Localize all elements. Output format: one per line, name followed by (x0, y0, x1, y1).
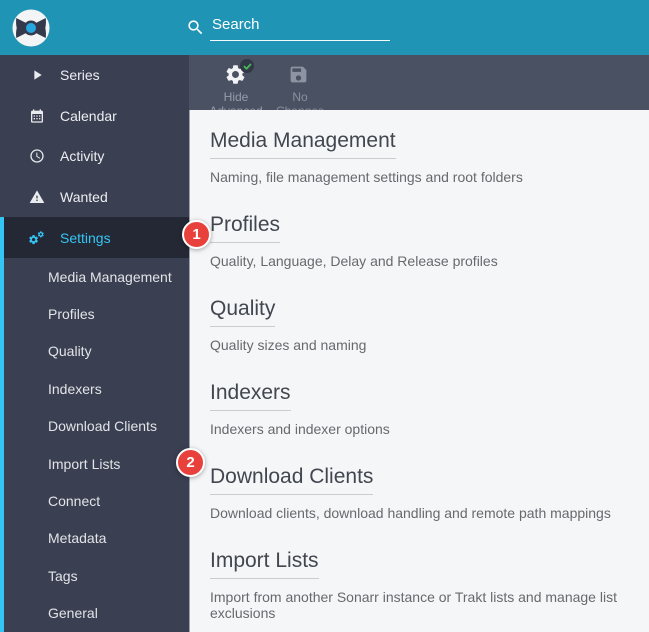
search-container (186, 14, 390, 41)
main-panel: Hide Advanced No Changes Media Managemen… (189, 55, 649, 632)
sidebar-subitem-connect[interactable]: Connect (4, 482, 189, 519)
subitem-label: Profiles (48, 306, 95, 322)
section-title-link[interactable]: Quality (210, 296, 275, 327)
play-icon (28, 67, 45, 84)
no-changes-button[interactable]: No Changes (268, 61, 332, 110)
annotation-badge-1: 1 (182, 220, 211, 249)
hide-advanced-button[interactable]: Hide Advanced (204, 61, 268, 110)
sidebar-subitem-metadata[interactable]: Metadata (4, 520, 189, 557)
subitem-label: Metadata (48, 530, 106, 546)
gear-check-icon (224, 63, 248, 87)
section-description: Naming, file management settings and roo… (210, 169, 633, 185)
section-download-clients[interactable]: Download Clients Download clients, downl… (210, 464, 633, 521)
sidebar-item-calendar[interactable]: Calendar (0, 96, 189, 137)
section-description: Import from another Sonarr instance or T… (210, 589, 633, 621)
sidebar-subitem-tags[interactable]: Tags (4, 557, 189, 594)
section-title-link[interactable]: Media Management (210, 128, 396, 159)
sidebar-nav: Series Calendar Activity (0, 55, 189, 632)
clock-icon (28, 148, 45, 165)
sidebar-subitem-quality[interactable]: Quality (4, 333, 189, 370)
sidebar-item-label: Calendar (60, 108, 117, 124)
calendar-icon (28, 107, 45, 124)
warning-icon (28, 189, 45, 206)
sidebar-subitem-media-management[interactable]: Media Management (4, 258, 189, 295)
subitem-label: Media Management (48, 269, 172, 285)
sidebar-subitem-download-clients[interactable]: Download Clients (4, 408, 189, 445)
subitem-label: Download Clients (48, 418, 157, 434)
section-title-link[interactable]: Profiles (210, 212, 280, 243)
section-title-link[interactable]: Indexers (210, 380, 291, 411)
sidebar-item-label: Wanted (60, 189, 108, 205)
section-profiles[interactable]: Profiles Quality, Language, Delay and Re… (210, 212, 633, 269)
section-media-management[interactable]: Media Management Naming, file management… (210, 128, 633, 185)
sidebar-item-series[interactable]: Series (0, 55, 189, 96)
settings-toolbar: Hide Advanced No Changes (189, 55, 649, 110)
section-description: Quality, Language, Delay and Release pro… (210, 253, 633, 269)
search-input[interactable] (210, 14, 390, 41)
sidebar-item-label: Settings (60, 230, 111, 246)
settings-group: Settings Media Management Profiles Quali… (0, 217, 189, 632)
sonarr-logo-icon[interactable] (11, 8, 51, 48)
sidebar-subitem-profiles[interactable]: Profiles (4, 295, 189, 332)
sidebar-item-label: Activity (60, 148, 104, 164)
section-title-link[interactable]: Download Clients (210, 464, 373, 495)
section-description: Download clients, download handling and … (210, 505, 633, 521)
section-quality[interactable]: Quality Quality sizes and naming (210, 296, 633, 353)
sidebar-subitem-general[interactable]: General (4, 594, 189, 631)
check-badge-icon (240, 59, 254, 73)
sidebar-item-label: Series (60, 67, 100, 83)
gears-icon (28, 229, 45, 246)
sidebar-item-activity[interactable]: Activity (0, 136, 189, 177)
subitem-label: Quality (48, 343, 92, 359)
search-icon (186, 18, 205, 37)
subitem-label: Tags (48, 568, 78, 584)
subitem-label: Indexers (48, 381, 102, 397)
header-bar (0, 0, 649, 55)
subitem-label: Import Lists (48, 456, 120, 472)
annotation-badge-2: 2 (176, 448, 205, 477)
section-indexers[interactable]: Indexers Indexers and indexer options (210, 380, 633, 437)
section-title-link[interactable]: Import Lists (210, 548, 319, 579)
sidebar-item-wanted[interactable]: Wanted (0, 177, 189, 218)
sidebar-subitem-indexers[interactable]: Indexers (4, 370, 189, 407)
section-description: Indexers and indexer options (210, 421, 633, 437)
subitem-label: General (48, 605, 98, 621)
subitem-label: Connect (48, 493, 100, 509)
floppy-save-icon (288, 63, 312, 87)
sidebar-subitem-import-lists[interactable]: Import Lists (4, 445, 189, 482)
sonarr-app: Series Calendar Activity (0, 0, 649, 632)
section-import-lists[interactable]: Import Lists Import from another Sonarr … (210, 548, 633, 621)
sidebar-item-settings[interactable]: Settings (4, 217, 189, 258)
settings-content: Media Management Naming, file management… (189, 110, 649, 632)
section-description: Quality sizes and naming (210, 337, 633, 353)
